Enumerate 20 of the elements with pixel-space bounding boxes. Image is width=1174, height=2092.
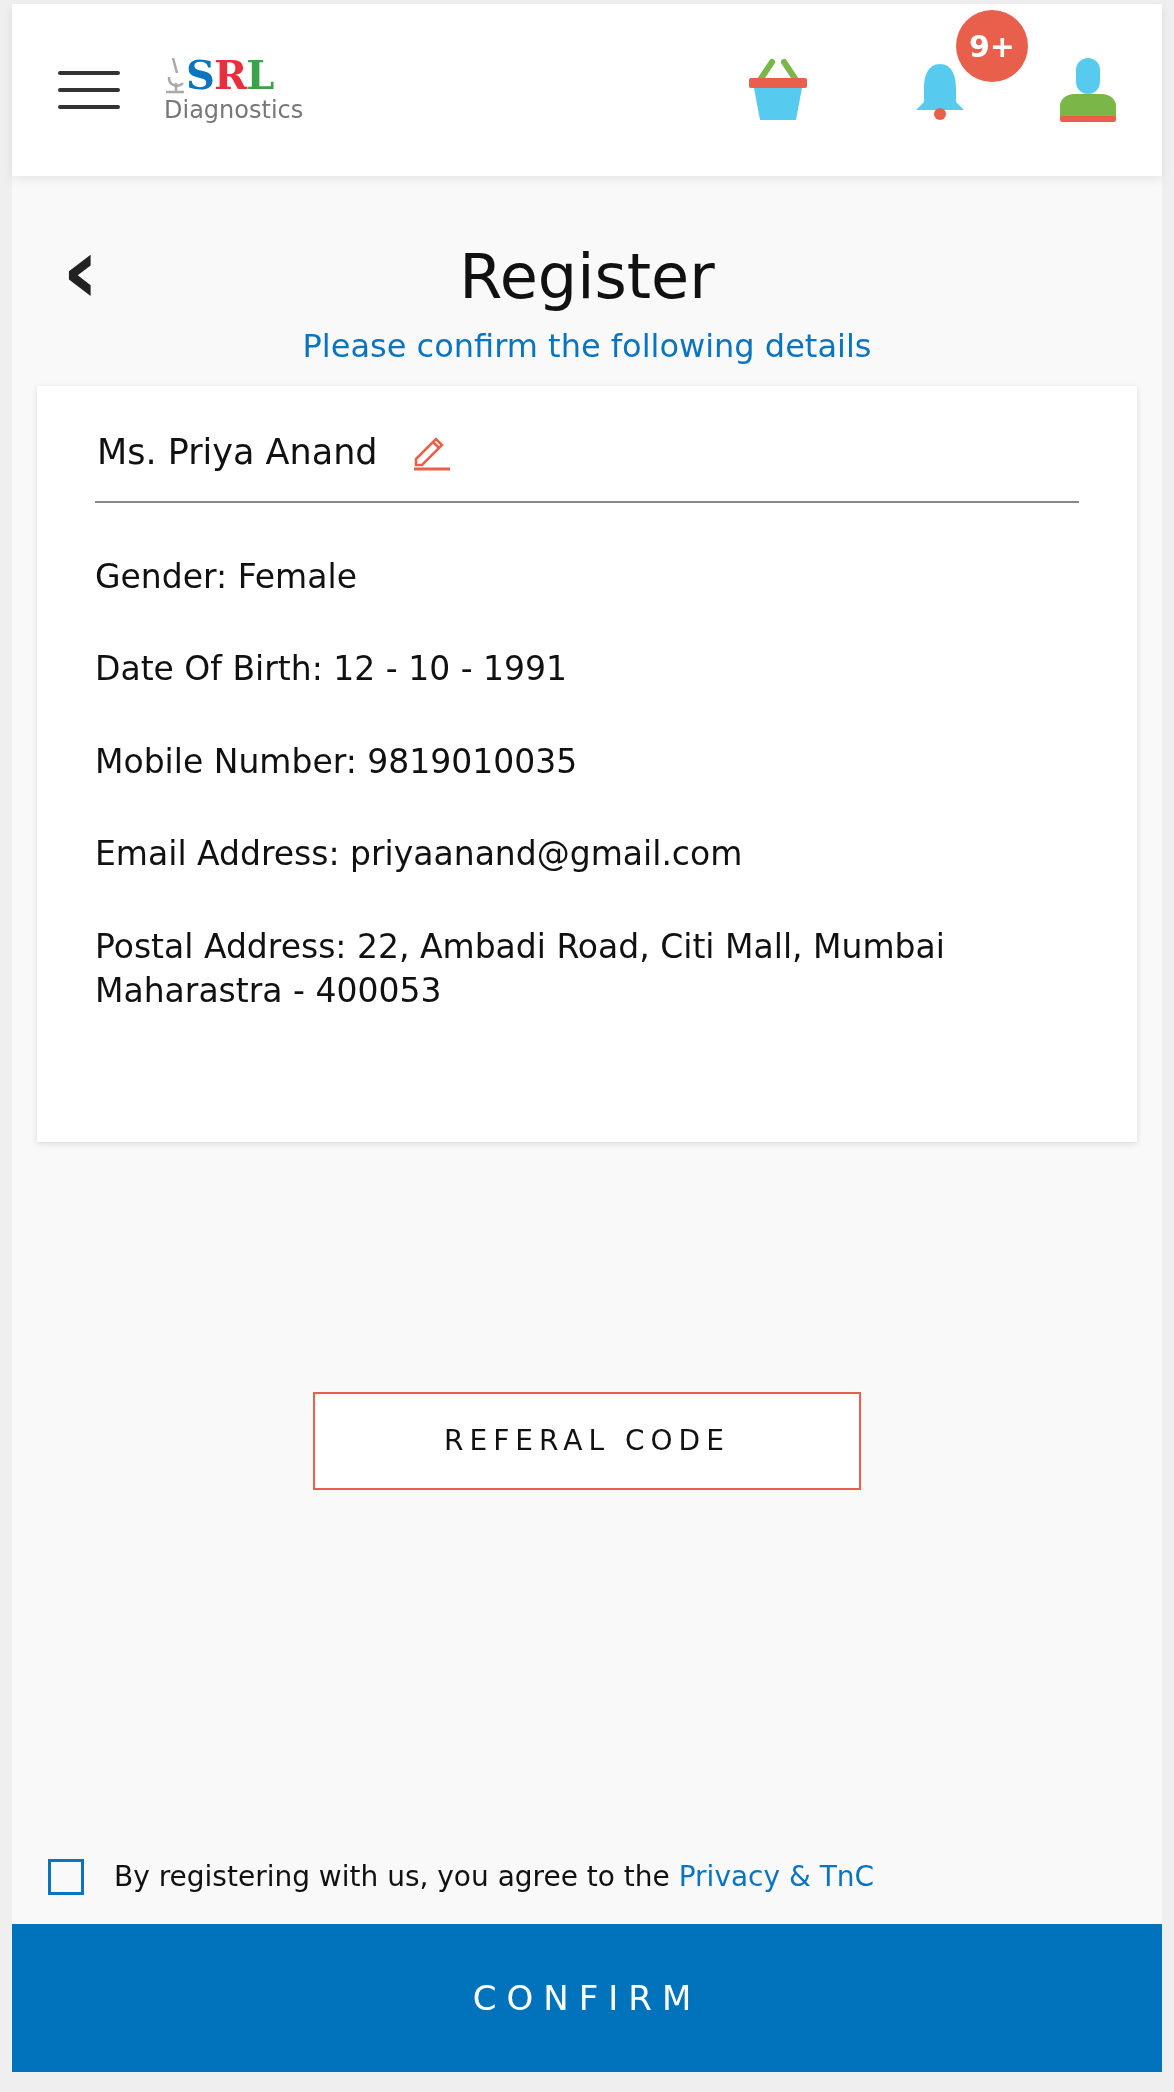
referral-code-button[interactable]: REFERAL CODE (313, 1392, 861, 1490)
detail-text: Gender: Female (95, 555, 358, 598)
basket-icon[interactable] (746, 58, 810, 122)
privacy-tnc-link[interactable]: Privacy & TnC (678, 1860, 875, 1893)
notification-badge: 9+ (956, 10, 1028, 82)
name-text: Ms. Priya Anand (97, 431, 378, 474)
user-icon[interactable] (1060, 58, 1116, 122)
detail-text: Postal Address: 22, Ambadi Road, Citi Mall, Mumbai Maharastra - 400053 (95, 925, 946, 1013)
menu-icon[interactable] (58, 70, 120, 110)
detail-text: Date Of Birth: 12 - 10 - 1991 (95, 648, 569, 691)
back-button[interactable]: ‹ (62, 236, 100, 306)
detail-text: Email Address: priyaanand@gmail.com (95, 833, 744, 876)
detail-text: Mobile Number: 9819010035 (95, 740, 579, 783)
agreement-checkbox[interactable] (48, 1859, 84, 1895)
logo-subtitle: Diagnostics (164, 95, 304, 125)
page-subtitle: Please confirm the following details (301, 326, 873, 367)
agreement-text: By registering with us, you agree to the Privacy & TnC (114, 1859, 875, 1895)
page-title: Register (459, 238, 715, 315)
logo-text: SRL (186, 55, 274, 95)
confirm-button[interactable]: CONFIRM (12, 1924, 1162, 2072)
